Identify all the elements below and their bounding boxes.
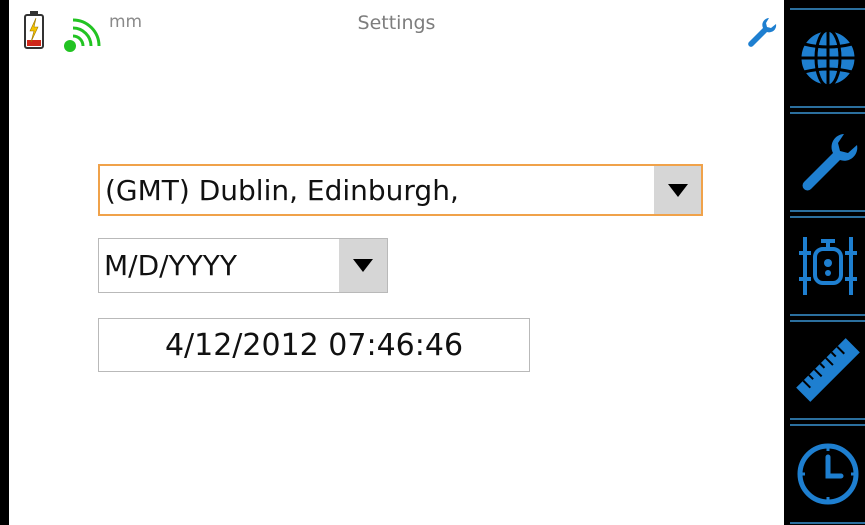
datetime-field[interactable]: 4/12/2012 07:46:46 xyxy=(98,318,530,372)
timezone-dropdown-button[interactable] xyxy=(654,166,701,214)
clock-icon xyxy=(797,443,858,505)
wrench-icon[interactable] xyxy=(744,15,778,49)
date-format-dropdown-button[interactable] xyxy=(339,239,387,292)
settings-screen: mm Settings (GMT) Dublin, Edinburgh, M/D… xyxy=(9,0,784,525)
machine-icon xyxy=(798,237,857,295)
chevron-down-icon xyxy=(667,183,688,197)
ruler-icon xyxy=(795,338,860,402)
nav-machine-button[interactable] xyxy=(790,216,865,316)
nav-clock-button[interactable] xyxy=(790,424,865,524)
timezone-value: (GMT) Dublin, Edinburgh, xyxy=(105,173,459,207)
chevron-down-icon xyxy=(353,259,373,272)
page-title: Settings xyxy=(357,12,436,34)
side-nav xyxy=(786,0,865,525)
nav-measure-button[interactable] xyxy=(790,320,865,420)
globe-icon xyxy=(798,28,857,88)
nav-globe-button[interactable] xyxy=(790,8,865,108)
date-format-value: M/D/YYYY xyxy=(104,249,237,282)
nav-settings-button[interactable] xyxy=(790,112,865,212)
timezone-select[interactable]: (GMT) Dublin, Edinburgh, xyxy=(98,164,703,216)
wrench-icon xyxy=(802,134,857,191)
date-format-select[interactable]: M/D/YYYY xyxy=(98,238,388,293)
